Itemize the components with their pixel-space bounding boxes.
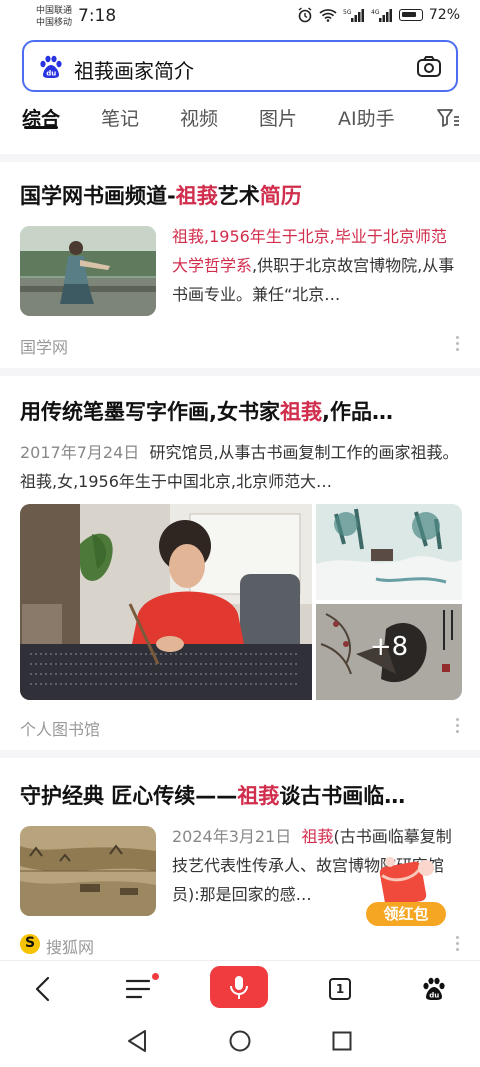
tab-count-icon: 1: [329, 978, 351, 1000]
search-tabs: 综合 笔记 视频 图片 AI助手: [0, 104, 480, 146]
active-tab-indicator: [24, 126, 58, 129]
baidu-paw-icon[interactable]: du: [38, 55, 64, 79]
result-2-snippet: 2017年7月24日 研究馆员,从事古书画复制工作的画家祖莪。 祖莪,女,195…: [20, 443, 459, 491]
search-header: du 祖莪画家简介 综合 笔记 视频 图片 AI助手: [0, 34, 480, 154]
tab-images[interactable]: 图片: [259, 104, 297, 131]
carrier-1: 中国联通: [36, 6, 73, 16]
red-packet-label[interactable]: 领红包: [366, 902, 446, 926]
tab-ai-assistant[interactable]: AI助手: [338, 104, 395, 131]
red-packet-floating-button[interactable]: 领红包: [366, 852, 446, 932]
signal-5g-icon: 5G: [343, 9, 364, 22]
search-input[interactable]: 祖莪画家简介: [74, 55, 194, 84]
svg-text:du: du: [429, 992, 439, 1000]
menu-icon: [125, 979, 151, 999]
result-3-title[interactable]: 守护经典 匠心传续——祖莪谈古书画临…: [20, 780, 405, 810]
alarm-icon: [298, 7, 312, 23]
wifi-icon: [319, 9, 337, 22]
camera-icon[interactable]: [416, 55, 442, 79]
result-2-main-image[interactable]: [20, 504, 312, 700]
result-1-snippet: 祖莪,1956年生于北京,毕业于北京师范大学哲学系,供职于北京故宫博物院,从事书…: [172, 227, 455, 304]
result-1-thumbnail[interactable]: [20, 226, 156, 316]
result-card-2[interactable]: 用传统笔墨写字作画,女书家祖莪,作品… 2017年7月24日 研究馆员,从事古书…: [0, 376, 480, 750]
svg-text:4G: 4G: [371, 9, 380, 16]
result-3-date: 2024年3月21日: [172, 827, 292, 846]
svg-text:5G: 5G: [343, 9, 352, 16]
result-1-source[interactable]: 国学网: [20, 334, 68, 358]
back-button[interactable]: [22, 967, 66, 1011]
svg-text:du: du: [46, 70, 56, 78]
result-2-image-3[interactable]: +8: [316, 604, 462, 700]
bottom-navigation: 1 du: [0, 960, 480, 1016]
system-navigation-bar: [0, 1016, 480, 1067]
tabs-button[interactable]: 1: [318, 967, 362, 1011]
signal-4g-icon: 4G: [371, 9, 392, 22]
search-box[interactable]: du 祖莪画家简介: [22, 40, 458, 92]
baidu-paw-icon: du: [423, 977, 445, 1000]
notification-dot: [152, 973, 159, 980]
result-3-thumbnail[interactable]: [20, 826, 156, 916]
result-2-image-2[interactable]: [316, 504, 462, 600]
voice-search-button[interactable]: [210, 966, 268, 1008]
tab-videos[interactable]: 视频: [180, 104, 218, 131]
result-card-1[interactable]: 国学网书画频道-祖莪艺术简历 祖莪,1956年生于北京,毕业于北京师范大学哲学系…: [0, 162, 480, 368]
microphone-icon: [230, 976, 248, 999]
baidu-home-button[interactable]: du: [412, 967, 456, 1011]
result-2-source[interactable]: 个人图书馆: [20, 716, 100, 740]
system-home-icon[interactable]: [229, 1030, 251, 1052]
battery-percent: 72%: [428, 7, 460, 23]
result-2-title[interactable]: 用传统笔墨写字作画,女书家祖莪,作品…: [20, 396, 393, 426]
tab-notes[interactable]: 笔记: [101, 104, 139, 131]
result-1-more-icon[interactable]: [456, 336, 460, 351]
more-images-count[interactable]: +8: [316, 632, 462, 662]
status-bar: 中国联通 中国移动 7:18 5G 4G 72%: [0, 0, 480, 34]
carrier-2: 中国移动: [36, 18, 73, 28]
status-time: 7:18: [78, 6, 117, 26]
sohu-logo-icon: S: [20, 934, 40, 954]
result-1-title[interactable]: 国学网书画频道-祖莪艺术简历: [20, 180, 302, 210]
filter-icon[interactable]: [436, 107, 460, 129]
result-3-source[interactable]: 搜狐网: [46, 934, 94, 958]
result-3-more-icon[interactable]: [456, 936, 460, 951]
system-icons: 5G 4G 72%: [297, 7, 460, 23]
carrier-info: 中国联通 中国移动: [36, 5, 72, 29]
result-2-more-icon[interactable]: [456, 718, 460, 733]
system-recents-icon[interactable]: [332, 1031, 352, 1051]
chevron-left-icon: [35, 976, 50, 1002]
menu-button[interactable]: [116, 967, 160, 1011]
result-2-date: 2017年7月24日: [20, 443, 140, 462]
system-back-icon[interactable]: [126, 1028, 148, 1054]
battery-icon: [398, 9, 423, 21]
